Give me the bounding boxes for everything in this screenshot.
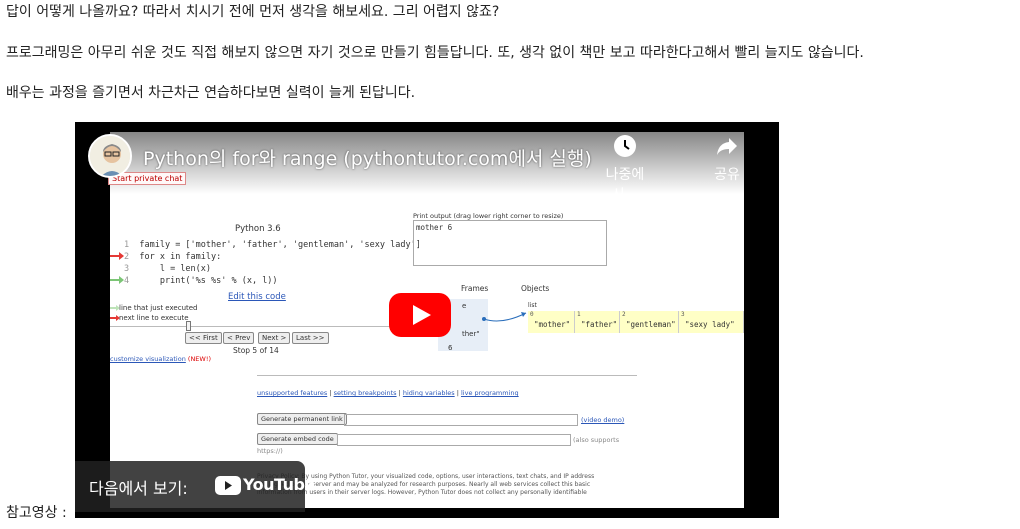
share-button[interactable]: 공유 xyxy=(695,134,759,184)
step-slider-track[interactable] xyxy=(110,326,400,327)
code-line-4: 4 print('%s %s' % (x, l)) xyxy=(124,276,278,286)
also-supports-note: (also supports xyxy=(573,436,620,444)
https-note: https://) xyxy=(257,447,283,455)
language-label: Python 3.6 xyxy=(235,224,281,234)
next-button[interactable]: Next > xyxy=(258,332,291,344)
video-demo-link[interactable]: (video demo) xyxy=(581,416,624,424)
watch-on-label: 다음에서 보기: xyxy=(89,479,188,498)
list-type-label: list xyxy=(528,302,537,309)
watch-later-label: 나중에 시... xyxy=(605,167,645,203)
watch-on-youtube-button[interactable]: 다음에서 보기: YouTube xyxy=(75,461,315,512)
list-item: 3 "sexy lady" xyxy=(679,311,744,333)
code-line-1: 1 family = ['mother', 'father', 'gentlem… xyxy=(124,240,421,250)
customize-visualization: customize visualization (NEW!) xyxy=(110,355,211,363)
channel-avatar[interactable] xyxy=(88,134,132,178)
video-title[interactable]: Python의 for와 range (pythontutor.com에서 실행… xyxy=(143,144,592,171)
executed-line-arrow-icon xyxy=(110,276,124,284)
list-item: 0 "mother" xyxy=(528,311,575,333)
objects-label: Objects xyxy=(521,284,550,293)
legend-next: next line to execute xyxy=(119,314,189,322)
frame-value: ther" xyxy=(462,330,480,338)
step-slider-handle[interactable] xyxy=(186,321,191,331)
link-hiding-variables[interactable]: hiding variables xyxy=(403,389,455,397)
print-output-label: Print output (drag lower right corner to… xyxy=(413,212,564,220)
paragraph-2: 프로그래밍은 아무리 쉬운 것도 직접 해보지 않으면 자기 것으로 만들기 힘… xyxy=(6,45,864,61)
watch-later-button[interactable]: 나중에 시... xyxy=(593,134,657,204)
link-setting-breakpoints[interactable]: setting breakpoints xyxy=(334,389,397,397)
list-item: 1 "father" xyxy=(575,311,620,333)
generate-permanent-link-button[interactable]: Generate permanent link xyxy=(257,413,347,425)
youtube-logo-icon xyxy=(215,476,241,495)
frames-label: Frames xyxy=(461,284,489,293)
links-row: unsupported features | setting breakpoin… xyxy=(257,389,519,397)
code-line-2: 2 for x in family: xyxy=(124,252,222,262)
frame-var: e xyxy=(462,302,467,310)
reference-video-caption: 참고영상 : xyxy=(6,505,67,521)
first-button[interactable]: << First xyxy=(185,332,222,344)
next-line-arrow-icon xyxy=(110,252,124,260)
clock-icon xyxy=(614,135,636,157)
step-counter: Stop 5 of 14 xyxy=(233,346,279,355)
divider xyxy=(257,375,637,376)
youtube-wordmark: YouTube xyxy=(243,475,315,494)
generate-embed-code-button[interactable]: Generate embed code xyxy=(257,433,338,445)
embed-code-field[interactable] xyxy=(337,434,571,446)
link-unsupported-features[interactable]: unsupported features xyxy=(257,389,327,397)
print-output-box: mother 6 xyxy=(413,220,607,266)
code-line-3: 3 l = len(x) xyxy=(124,264,212,274)
frame-number: 6 xyxy=(448,344,453,352)
last-button[interactable]: Last >> xyxy=(292,332,329,344)
paragraph-1: 답이 어떻게 나올까요? 따라서 치시기 전에 먼저 생각을 해보세요. 그리 … xyxy=(6,4,500,20)
paragraph-3: 배우는 과정을 즐기면서 차근차근 연습하다보면 실력이 늘게 된답니다. xyxy=(6,85,416,101)
list-item: 2 "gentleman" xyxy=(620,311,679,333)
legend-executed: line that just executed xyxy=(119,304,198,312)
share-label: 공유 xyxy=(714,167,740,183)
play-button[interactable] xyxy=(389,293,451,337)
edit-code-link[interactable]: Edit this code xyxy=(228,292,286,302)
link-live-programming[interactable]: live programming xyxy=(461,389,519,397)
share-arrow-icon xyxy=(717,138,737,155)
permanent-link-field[interactable] xyxy=(344,414,578,426)
prev-button[interactable]: < Prev xyxy=(223,332,255,344)
youtube-embed[interactable]: Python 3.6 1 family = ['mother', 'father… xyxy=(75,122,779,518)
pointer-arrow-icon xyxy=(482,312,527,322)
